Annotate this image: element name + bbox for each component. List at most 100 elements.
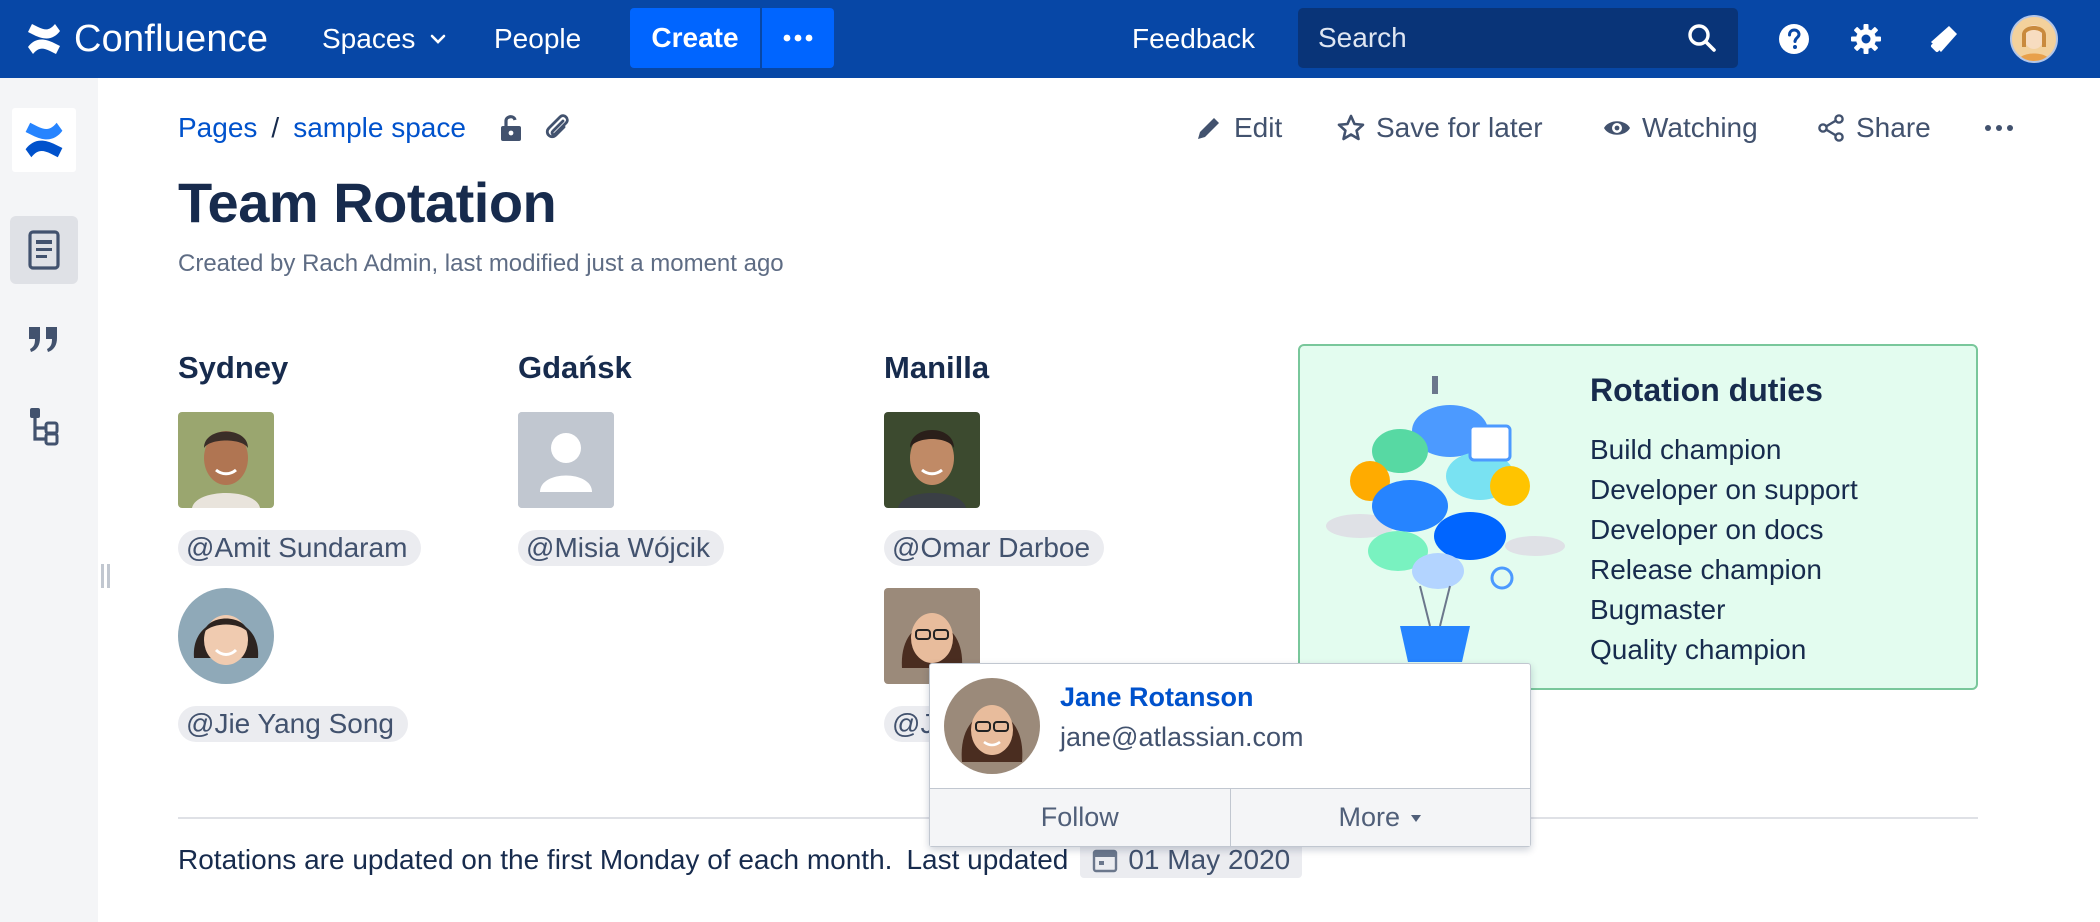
user-mention[interactable]: @ Jie Yang Song bbox=[178, 706, 408, 742]
people-link[interactable]: People bbox=[494, 18, 581, 60]
search-input[interactable] bbox=[1318, 22, 1686, 54]
sidebar-item-page-tree[interactable] bbox=[10, 392, 78, 460]
gear-icon bbox=[1851, 24, 1881, 54]
list-item: Release champion bbox=[1590, 554, 1822, 585]
list-item: Quality champion bbox=[1590, 634, 1807, 665]
mention-prefix: @ bbox=[892, 708, 921, 739]
share-label: Share bbox=[1856, 112, 1931, 143]
default-profile-picture[interactable] bbox=[518, 412, 614, 508]
confluence-space-icon bbox=[25, 122, 63, 158]
unlock-icon[interactable] bbox=[498, 113, 526, 143]
pencil-icon bbox=[1198, 118, 1219, 139]
mention-name: Omar Darboe bbox=[920, 532, 1091, 563]
search-icon[interactable] bbox=[1686, 22, 1718, 54]
spaces-label: Spaces bbox=[322, 23, 416, 54]
brand-name: Confluence bbox=[74, 17, 269, 60]
watching-button[interactable]: Watching bbox=[1602, 108, 1758, 148]
more-dropdown-button[interactable]: More bbox=[1229, 789, 1531, 846]
mention-name: Jie Yang Song bbox=[214, 708, 394, 739]
create-button[interactable]: Create bbox=[630, 8, 760, 68]
sidebar-item-pages[interactable] bbox=[10, 216, 78, 284]
column-heading-manilla: Manilla bbox=[884, 350, 990, 385]
mention-prefix: @ bbox=[186, 532, 215, 563]
megaphone-icon bbox=[1931, 26, 1957, 52]
hover-card-email: jane@atlassian.com bbox=[1060, 722, 1304, 752]
mention-name: Amit Sundaram bbox=[214, 532, 408, 563]
profile-picture[interactable] bbox=[178, 588, 274, 684]
help-button[interactable] bbox=[1774, 19, 1814, 59]
sidebar-resize-handle[interactable] bbox=[101, 564, 111, 588]
notifications-button[interactable] bbox=[1924, 19, 1964, 59]
breadcrumb: Pages / sample space bbox=[178, 108, 572, 148]
watching-label: Watching bbox=[1642, 112, 1758, 143]
attachment-icon[interactable] bbox=[544, 113, 572, 143]
mention-prefix: @ bbox=[526, 532, 555, 563]
page-title: Team Rotation bbox=[178, 171, 557, 234]
page-icon bbox=[28, 230, 60, 270]
share-button[interactable]: Share bbox=[1816, 108, 1931, 148]
space-logo[interactable] bbox=[12, 108, 76, 172]
save-for-later-label: Save for later bbox=[1376, 112, 1543, 143]
confluence-logo-icon bbox=[28, 24, 60, 54]
user-mention[interactable]: @ Amit Sundaram bbox=[178, 530, 422, 566]
rotation-duties-title: Rotation duties bbox=[1590, 372, 1823, 408]
create-more-button[interactable] bbox=[762, 8, 834, 68]
chevron-down-icon bbox=[431, 34, 446, 44]
list-item: Build champion bbox=[1590, 434, 1782, 465]
sidebar-item-blog[interactable] bbox=[10, 304, 78, 372]
follow-label: Follow bbox=[1040, 802, 1119, 832]
list-item: Developer on docs bbox=[1590, 514, 1824, 545]
mention-prefix: @ bbox=[892, 532, 921, 563]
confluence-logo[interactable]: Confluence bbox=[24, 14, 268, 64]
person-photo-icon bbox=[884, 412, 980, 508]
settings-button[interactable] bbox=[1846, 19, 1886, 59]
rotation-note-text: Rotations are updated on the first Monda… bbox=[178, 844, 893, 875]
hierarchy-icon bbox=[30, 408, 59, 446]
rotation-duties-panel: Rotation duties Build champion Developer… bbox=[1298, 344, 1978, 690]
rotation-duties-list: Build champion Developer on support Deve… bbox=[1590, 430, 1858, 670]
mention-prefix: @ bbox=[186, 708, 215, 739]
user-mention[interactable]: @ Misia Wójcik bbox=[518, 530, 724, 566]
person-photo-icon bbox=[944, 678, 1040, 774]
star-icon bbox=[1337, 114, 1365, 141]
speech-bubbles-illustration bbox=[1326, 376, 1565, 662]
profile-picture[interactable] bbox=[884, 412, 980, 508]
hover-card-avatar[interactable] bbox=[944, 678, 1040, 774]
edit-label: Edit bbox=[1234, 112, 1283, 143]
follow-button[interactable]: Follow bbox=[930, 789, 1230, 846]
person-photo-icon bbox=[178, 412, 274, 508]
date-lozenge[interactable]: 01 May 2020 bbox=[1080, 842, 1303, 878]
user-hover-card: Jane Rotanson jane@atlassian.com Follow … bbox=[929, 663, 1531, 847]
column-heading-sydney: Sydney bbox=[178, 350, 289, 385]
column-heading-gdansk: Gdańsk bbox=[518, 350, 632, 385]
page-byline: Created by Rach Admin, last modified jus… bbox=[178, 250, 784, 277]
help-icon bbox=[1779, 24, 1809, 54]
more-label: More bbox=[1338, 802, 1400, 832]
eye-icon bbox=[1604, 121, 1630, 135]
hover-card-name-link[interactable]: Jane Rotanson bbox=[1060, 682, 1254, 713]
caret-down-icon bbox=[1411, 814, 1421, 822]
user-avatar-icon bbox=[2012, 17, 2056, 61]
list-item: Bugmaster bbox=[1590, 594, 1726, 625]
save-for-later-button[interactable]: Save for later bbox=[1336, 108, 1543, 148]
date-value: 01 May 2020 bbox=[1128, 844, 1291, 875]
more-horizontal-icon bbox=[783, 34, 813, 42]
breadcrumb-pages-link[interactable]: Pages bbox=[178, 112, 257, 144]
spaces-menu[interactable]: Spaces bbox=[322, 18, 449, 60]
breadcrumb-separator: / bbox=[271, 112, 280, 143]
hover-card-actions: Follow More bbox=[930, 788, 1530, 846]
breadcrumb-space-link[interactable]: sample space bbox=[293, 112, 466, 144]
share-icon bbox=[1818, 114, 1844, 142]
edit-button[interactable]: Edit bbox=[1194, 108, 1282, 148]
top-navigation: Confluence Spaces People Create Feedback bbox=[0, 0, 2100, 78]
feedback-label: Feedback bbox=[1132, 23, 1255, 54]
user-mention[interactable]: @ Omar Darboe bbox=[884, 530, 1105, 566]
feedback-link[interactable]: Feedback bbox=[1132, 18, 1255, 60]
profile-picture[interactable] bbox=[178, 412, 274, 508]
more-actions-button[interactable] bbox=[1984, 108, 2014, 148]
user-avatar[interactable] bbox=[2010, 15, 2058, 63]
calendar-icon bbox=[1093, 849, 1118, 873]
list-item: Developer on support bbox=[1590, 474, 1858, 505]
default-avatar-icon bbox=[518, 412, 614, 508]
person-photo-icon bbox=[178, 588, 274, 684]
